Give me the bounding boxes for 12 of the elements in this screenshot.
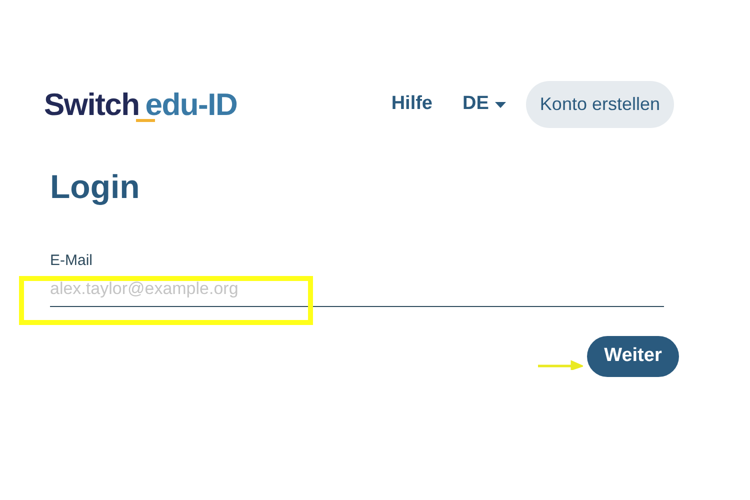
language-dropdown[interactable]: DE xyxy=(462,90,506,119)
email-label: E-Mail xyxy=(50,251,93,271)
logo-underscore-icon xyxy=(136,119,155,122)
create-account-button[interactable]: Konto erstellen xyxy=(526,81,674,128)
help-link[interactable]: Hilfe xyxy=(391,90,433,119)
email-field[interactable]: alex.taylor@example.org xyxy=(50,272,664,306)
arrow-icon xyxy=(538,360,583,370)
caret-icon xyxy=(494,102,506,108)
logo-product: edu-ID xyxy=(145,89,238,120)
continue-button[interactable]: Weiter xyxy=(587,336,679,376)
logo-brand: Switch xyxy=(44,89,140,120)
page-title: Login xyxy=(50,170,140,203)
